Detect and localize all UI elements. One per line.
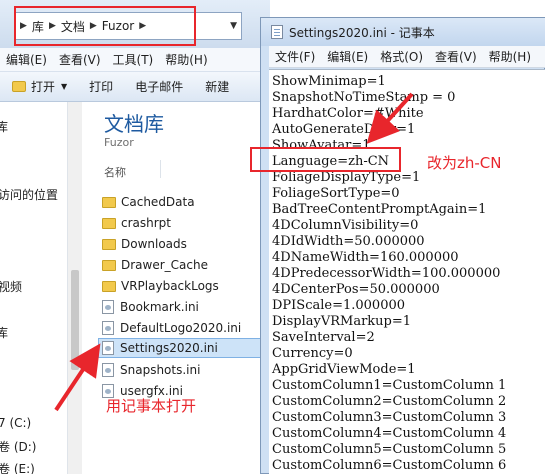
list-item[interactable]: Snapshots.ini — [102, 360, 272, 380]
new-folder-button[interactable]: 新建 — [205, 78, 229, 95]
notepad-icon — [271, 25, 283, 39]
menu-view[interactable]: 查看(V) — [53, 51, 107, 68]
list-item[interactable]: VRPlaybackLogs — [102, 276, 272, 296]
text-line: SnapshotNoTimeStamp = 0 — [272, 90, 456, 105]
notepad-title-bar[interactable]: Settings2020.ini - 记事本 — [261, 18, 545, 46]
list-item[interactable]: crashrpt — [102, 213, 272, 233]
list-item[interactable]: CachedData — [102, 192, 272, 212]
file-name: DefaultLogo2020.ini — [120, 321, 242, 335]
file-name: Bookmark.ini — [120, 300, 199, 314]
notepad-menu-bar: 文件(F) 编辑(E) 格式(O) 查看(V) 帮助(H) — [269, 46, 545, 68]
text-line: CustomColumn5=CustomColumn 5 — [272, 442, 507, 457]
notepad-title: Settings2020.ini - 记事本 — [289, 25, 435, 40]
file-name: Downloads — [121, 237, 187, 251]
print-button[interactable]: 打印 — [89, 78, 113, 95]
nav-item-drive-e[interactable]: 卷 (E:) — [0, 460, 35, 474]
menu-help[interactable]: 帮助(H) — [483, 48, 537, 65]
text-line: 4DCenterPos=50.000000 — [272, 282, 440, 297]
settings-file-icon — [102, 341, 114, 355]
text-line: CustomColumn4=CustomColumn 4 — [272, 426, 507, 441]
text-line: CustomColumn1=CustomColumn 1 — [272, 378, 507, 393]
menu-tools[interactable]: 工具(T) — [107, 51, 160, 68]
annotation-open-with: 用记事本打开 — [106, 397, 197, 415]
text-line: CustomColumn6=CustomColumn 6 — [272, 458, 507, 473]
open-button[interactable]: 打开 ▼ — [12, 78, 67, 95]
nav-item-recent-places[interactable]: 访问的位置 — [0, 186, 58, 203]
notepad-window: Settings2020.ini - 记事本 文件(F) 编辑(E) 格式(O)… — [260, 17, 545, 474]
text-line: AppGridViewMode=1 — [272, 362, 416, 377]
folder-icon — [102, 196, 116, 208]
file-name: CachedData — [121, 195, 195, 209]
chevron-down-icon[interactable]: ▼ — [61, 82, 67, 91]
menu-edit[interactable]: 编辑(E) — [321, 48, 374, 65]
menu-edit[interactable]: 编辑(E) — [0, 51, 53, 68]
nav-item[interactable]: 库 — [0, 118, 8, 135]
nav-item[interactable]: 库 — [0, 324, 8, 341]
text-line: ShowMinimap=1 — [272, 74, 386, 89]
annotation-box-language — [250, 147, 401, 172]
folder-open-icon — [12, 81, 26, 92]
text-line: 4DIdWidth=50.000000 — [272, 234, 425, 249]
text-line: CustomColumn2=CustomColumn 2 — [272, 394, 507, 409]
menu-file[interactable]: 文件(F) — [269, 48, 321, 65]
text-line: SaveInterval=2 — [272, 330, 375, 345]
nav-item-videos[interactable]: 视频 — [0, 278, 22, 295]
column-header-name[interactable]: 名称 — [104, 164, 126, 180]
file-name: Snapshots.ini — [120, 363, 201, 377]
library-subtitle: Fuzor — [104, 136, 134, 149]
library-title: 文档库 — [104, 112, 164, 136]
file-name: Drawer_Cache — [121, 258, 208, 272]
annotation-change-to: 改为zh-CN — [427, 154, 502, 172]
text-line: DPIScale=1.000000 — [272, 298, 406, 313]
explorer-menu-bar: 编辑(E) 查看(V) 工具(T) 帮助(H) — [0, 48, 270, 72]
nav-item-drive-c[interactable]: 7 (C:) — [0, 416, 31, 430]
nav-scrollbar-thumb[interactable] — [71, 270, 79, 370]
file-name: VRPlaybackLogs — [121, 279, 219, 293]
menu-help[interactable]: 帮助(H) — [159, 51, 213, 68]
email-button[interactable]: 电子邮件 — [135, 78, 183, 95]
settings-file-icon — [102, 363, 114, 377]
file-name: Settings2020.ini — [120, 341, 218, 355]
settings-file-icon — [102, 300, 114, 314]
annotation-box-breadcrumb — [14, 6, 196, 46]
list-item[interactable]: Drawer_Cache — [102, 255, 272, 275]
notepad-text-area[interactable]: ShowMinimap=1 SnapshotNoTimeStamp = 0 Hard… — [269, 69, 545, 474]
menu-format[interactable]: 格式(O) — [374, 48, 429, 65]
folder-icon — [102, 217, 116, 229]
open-button-label: 打开 — [31, 80, 56, 94]
nav-scrollbar[interactable] — [68, 102, 82, 474]
text-line: AutoGenerateDoor=1 — [272, 122, 416, 137]
text-line: FoliageSortType=0 — [272, 186, 400, 201]
text-line: 4DNameWidth=160.000000 — [272, 250, 459, 265]
list-item[interactable]: Bookmark.ini — [102, 297, 272, 317]
text-line: CustomColumn3=CustomColumn 3 — [272, 410, 507, 425]
folder-icon — [102, 259, 116, 271]
navigation-pane: 库 访问的位置 视频 库 7 (C:) 卷 (D:) 卷 (E:) — [0, 102, 68, 474]
text-line: 4DPredecessorWidth=100.000000 — [272, 266, 501, 281]
text-line: Currency=0 — [272, 346, 353, 361]
menu-view[interactable]: 查看(V) — [429, 48, 483, 65]
text-line: BadTreeContentPromptAgain=1 — [272, 202, 487, 217]
file-name: crashrpt — [121, 216, 171, 230]
list-item[interactable]: DefaultLogo2020.ini — [102, 318, 272, 338]
text-line: DisplayVRMarkup=1 — [272, 314, 412, 329]
text-line: 4DColumnVisibility=0 — [272, 218, 419, 233]
list-item-selected[interactable]: Settings2020.ini — [98, 338, 272, 358]
settings-file-icon — [102, 321, 114, 335]
file-list-pane: 文档库 Fuzor 名称 CachedData crashrpt Downloa… — [82, 102, 272, 474]
explorer-toolbar: 打开 ▼ 打印 电子邮件 新建 — [0, 72, 270, 102]
folder-icon — [102, 280, 116, 292]
column-divider[interactable] — [160, 160, 161, 178]
text-line: FoliageDisplayType=1 — [272, 170, 421, 185]
text-line: HardhatColor=#White — [272, 106, 424, 121]
folder-icon — [102, 238, 116, 250]
nav-item-drive-d[interactable]: 卷 (D:) — [0, 438, 36, 455]
list-item[interactable]: Downloads — [102, 234, 272, 254]
chevron-down-icon[interactable]: ▼ — [230, 21, 237, 31]
